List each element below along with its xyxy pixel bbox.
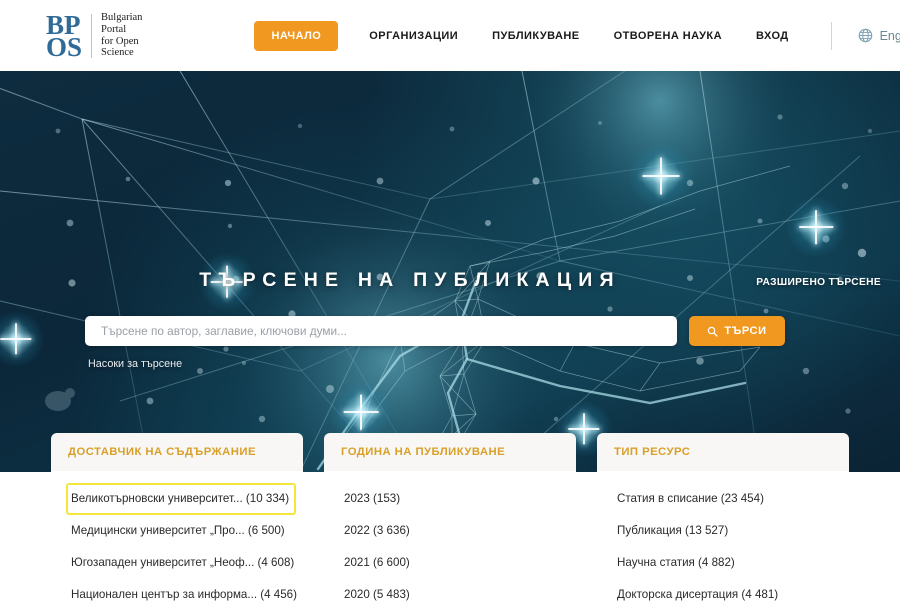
facet-item[interactable]: Статия в списание (23 454) xyxy=(612,483,771,515)
logo-wordmark-line4: Science xyxy=(101,47,134,59)
facet-row: 2020 (5 483) xyxy=(339,579,568,611)
facet-row: Статия в списание (23 454) xyxy=(612,483,841,515)
facet-row: Великотърновски университет... (10 334) xyxy=(66,483,297,515)
facet-card-resource-type: ТИП РЕСУРС Статия в списание (23 454) Пу… xyxy=(597,433,849,611)
facet-title-content-provider: ДОСТАВЧИК НА СЪДЪРЖАНИЕ xyxy=(51,433,303,471)
logo-monogram: BP OS xyxy=(46,11,93,62)
facet-item[interactable]: Научна статия (4 882) xyxy=(612,547,742,579)
facet-list-resource-type: Статия в списание (23 454) Публикация (1… xyxy=(597,471,849,611)
nav-item-organizations[interactable]: ОРГАНИЗАЦИИ xyxy=(369,30,458,42)
site-header: BP OS Bulgarian Portal for Open Science … xyxy=(0,0,900,71)
language-label: English xyxy=(879,28,900,43)
nav-item-home[interactable]: НАЧАЛО xyxy=(254,20,339,51)
facet-row: 2022 (3 636) xyxy=(339,515,568,547)
facet-card-publication-year: ГОДИНА НА ПУБЛИКУВАНЕ 2023 (153) 2022 (3… xyxy=(324,433,576,611)
hero-banner: ТЪРСЕНЕ НА ПУБЛИКАЦИЯ РАЗШИРЕНО ТЪРСЕНЕ … xyxy=(0,71,900,472)
nav-item-open-science[interactable]: ОТВОРЕНА НАУКА xyxy=(614,30,722,42)
facet-item[interactable]: 2023 (153) xyxy=(339,483,407,515)
nav-item-login[interactable]: ВХОД xyxy=(756,30,789,42)
facet-row: 2021 (6 600) xyxy=(339,547,568,579)
facet-item[interactable]: 2022 (3 636) xyxy=(339,515,417,547)
facet-item[interactable]: Национален център за информа... (4 456) xyxy=(66,579,304,611)
logo-wordmark-line1: Bulgarian xyxy=(101,12,143,24)
facet-panels: ДОСТАВЧИК НА СЪДЪРЖАНИЕ Великотърновски … xyxy=(0,433,900,611)
logo-wordmark-line3: for Open xyxy=(101,35,139,47)
site-logo[interactable]: BP OS Bulgarian Portal for Open Science xyxy=(46,11,142,62)
logo-wordmark: Bulgarian Portal for Open Science xyxy=(92,12,142,58)
facet-row: Научна статия (4 882) xyxy=(612,547,841,579)
language-switcher[interactable]: English xyxy=(858,28,900,43)
facet-list-publication-year: 2023 (153) 2022 (3 636) 2021 (6 600) 202… xyxy=(324,471,576,611)
main-navigation: НАЧАЛО ОРГАНИЗАЦИИ ПУБЛИКУВАНЕ ОТВОРЕНА … xyxy=(254,20,900,51)
page-root: BP OS Bulgarian Portal for Open Science … xyxy=(0,0,900,611)
magnifier-icon xyxy=(708,326,719,337)
nav-item-publishing[interactable]: ПУБЛИКУВАНЕ xyxy=(492,30,579,42)
facet-item[interactable]: Югозападен университет „Неоф... (4 608) xyxy=(66,547,301,579)
facet-item[interactable]: Медицински университет „Про... (6 500) xyxy=(66,515,292,547)
hero-title: ТЪРСЕНЕ НА ПУБЛИКАЦИЯ xyxy=(199,269,621,291)
facet-row: Национален център за информа... (4 456) xyxy=(66,579,297,611)
search-button[interactable]: ТЪРСИ xyxy=(689,316,785,346)
facet-row: Югозападен университет „Неоф... (4 608) xyxy=(66,547,295,579)
facet-title-resource-type: ТИП РЕСУРС xyxy=(597,433,849,471)
advanced-search-link[interactable]: РАЗШИРЕНО ТЪРСЕНЕ xyxy=(756,277,881,288)
facet-row: Медицински университет „Про... (6 500) xyxy=(66,515,295,547)
search-form: ТЪРСИ xyxy=(85,316,785,346)
facet-row: 2023 (153) xyxy=(339,483,568,515)
facet-item[interactable]: Докторска дисертация (4 481) xyxy=(612,579,785,611)
search-input[interactable] xyxy=(85,316,677,346)
facet-item[interactable]: 2021 (6 600) xyxy=(339,547,417,579)
search-button-label: ТЪРСИ xyxy=(724,325,767,337)
facet-item[interactable]: 2020 (5 483) xyxy=(339,579,417,611)
facet-item[interactable]: Публикация (13 527) xyxy=(612,515,735,547)
globe-icon xyxy=(858,28,872,43)
facet-card-content-provider: ДОСТАВЧИК НА СЪДЪРЖАНИЕ Великотърновски … xyxy=(51,433,303,611)
facet-row: Докторска дисертация (4 481) xyxy=(612,579,841,611)
search-guidelines-link[interactable]: Насоки за търсене xyxy=(88,358,182,370)
facet-title-publication-year: ГОДИНА НА ПУБЛИКУВАНЕ xyxy=(324,433,576,471)
nav-divider xyxy=(830,21,832,50)
facet-item[interactable]: Великотърновски университет... (10 334) xyxy=(66,483,297,515)
facet-row: Публикация (13 527) xyxy=(612,515,841,547)
logo-monogram-line2: OS xyxy=(46,31,83,62)
logo-wordmark-line2: Portal xyxy=(101,23,127,35)
facet-list-content-provider: Великотърновски университет... (10 334) … xyxy=(51,471,303,611)
